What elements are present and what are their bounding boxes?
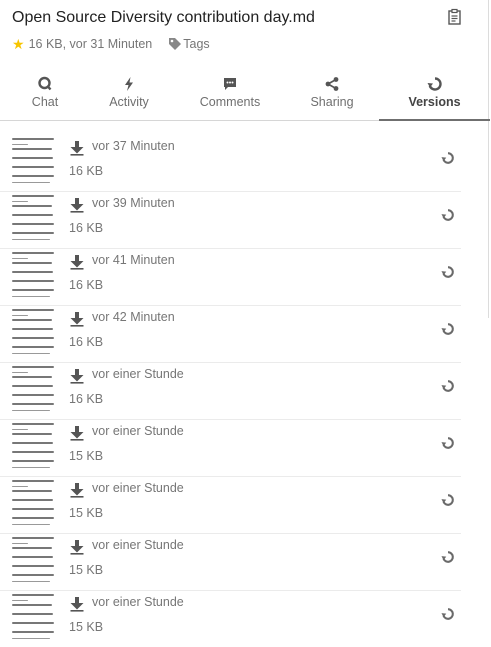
version-size: 16 KB (69, 392, 104, 406)
download-icon[interactable] (69, 197, 85, 213)
version-item: vor 41 Minuten 16 KB (0, 249, 461, 306)
version-size: 15 KB (69, 506, 104, 520)
version-item: vor einer Stunde 16 KB (0, 363, 461, 420)
download-icon[interactable] (69, 140, 85, 156)
activity-icon (125, 77, 133, 91)
tab-versions-label: Versions (408, 95, 461, 109)
chat-icon (38, 76, 52, 91)
share-icon (325, 77, 339, 91)
restore-icon[interactable] (441, 493, 455, 507)
version-item: vor einer Stunde 15 KB (0, 534, 461, 591)
version-preview (12, 477, 54, 525)
file-title: Open Source Diversity contribution day.m… (12, 9, 315, 26)
version-item: vor 39 Minuten 16 KB (0, 192, 461, 249)
version-size: 16 KB (69, 164, 104, 178)
file-meta-info: 16 KB, vor 31 Minuten (28, 37, 153, 51)
version-time: vor 41 Minuten (92, 253, 175, 267)
version-time: vor einer Stunde (92, 367, 184, 381)
version-time: vor 42 Minuten (92, 310, 175, 324)
version-preview (12, 420, 54, 468)
versions-list: vor 37 Minuten 16 KB vor 39 Minuten 16 K… (0, 135, 491, 647)
version-item: vor einer Stunde 15 KB (0, 477, 461, 534)
version-preview (12, 249, 54, 297)
sidebar-tabs: Chat Activity Comments Sharing Versions (0, 73, 490, 121)
tab-chat-label: Chat (31, 95, 59, 109)
download-icon[interactable] (69, 539, 85, 555)
version-time: vor 37 Minuten (92, 139, 175, 153)
restore-icon[interactable] (441, 607, 455, 621)
version-size: 16 KB (69, 335, 104, 349)
tab-versions[interactable]: Versions (379, 73, 490, 121)
download-icon[interactable] (69, 596, 85, 612)
restore-icon[interactable] (441, 151, 455, 165)
tab-activity-label: Activity (109, 95, 149, 109)
version-size: 15 KB (69, 449, 104, 463)
history-icon (427, 77, 442, 91)
version-time: vor einer Stunde (92, 481, 184, 495)
restore-icon[interactable] (441, 436, 455, 450)
version-item: vor 42 Minuten 16 KB (0, 306, 461, 363)
tab-sharing-label: Sharing (310, 95, 354, 109)
download-icon[interactable] (69, 368, 85, 384)
version-time: vor einer Stunde (92, 424, 184, 438)
version-time: vor einer Stunde (92, 595, 184, 609)
file-header: Open Source Diversity contribution day.m… (12, 8, 482, 68)
star-icon[interactable]: ★ (12, 37, 25, 51)
restore-icon[interactable] (441, 550, 455, 564)
version-preview (12, 363, 54, 411)
version-size: 15 KB (69, 563, 104, 577)
version-item: vor einer Stunde 15 KB (0, 591, 461, 647)
restore-icon[interactable] (441, 208, 455, 222)
version-preview (12, 192, 54, 240)
restore-icon[interactable] (441, 265, 455, 279)
version-preview (12, 534, 54, 582)
tab-sharing[interactable]: Sharing (284, 73, 380, 119)
version-preview (12, 306, 54, 354)
clipboard-icon[interactable] (446, 8, 464, 26)
version-size: 16 KB (69, 221, 104, 235)
version-item: vor 37 Minuten 16 KB (0, 135, 461, 192)
version-preview (12, 135, 54, 183)
version-size: 15 KB (69, 620, 104, 634)
download-icon[interactable] (69, 254, 85, 270)
tag-icon[interactable] (168, 37, 182, 51)
version-preview (12, 591, 54, 639)
download-icon[interactable] (69, 482, 85, 498)
tab-comments-label: Comments (199, 95, 261, 109)
version-size: 16 KB (69, 278, 104, 292)
tab-comments[interactable]: Comments (180, 73, 280, 119)
version-time: vor 39 Minuten (92, 196, 175, 210)
restore-icon[interactable] (441, 322, 455, 336)
tags-link[interactable]: Tags (183, 37, 209, 51)
download-icon[interactable] (69, 425, 85, 441)
version-item: vor einer Stunde 15 KB (0, 420, 461, 477)
comments-icon (224, 78, 236, 90)
tab-chat[interactable]: Chat (0, 73, 90, 119)
download-icon[interactable] (69, 311, 85, 327)
restore-icon[interactable] (441, 379, 455, 393)
file-meta: ★ 16 KB, vor 31 Minuten Tags (12, 37, 210, 51)
tab-activity[interactable]: Activity (90, 73, 168, 119)
version-time: vor einer Stunde (92, 538, 184, 552)
